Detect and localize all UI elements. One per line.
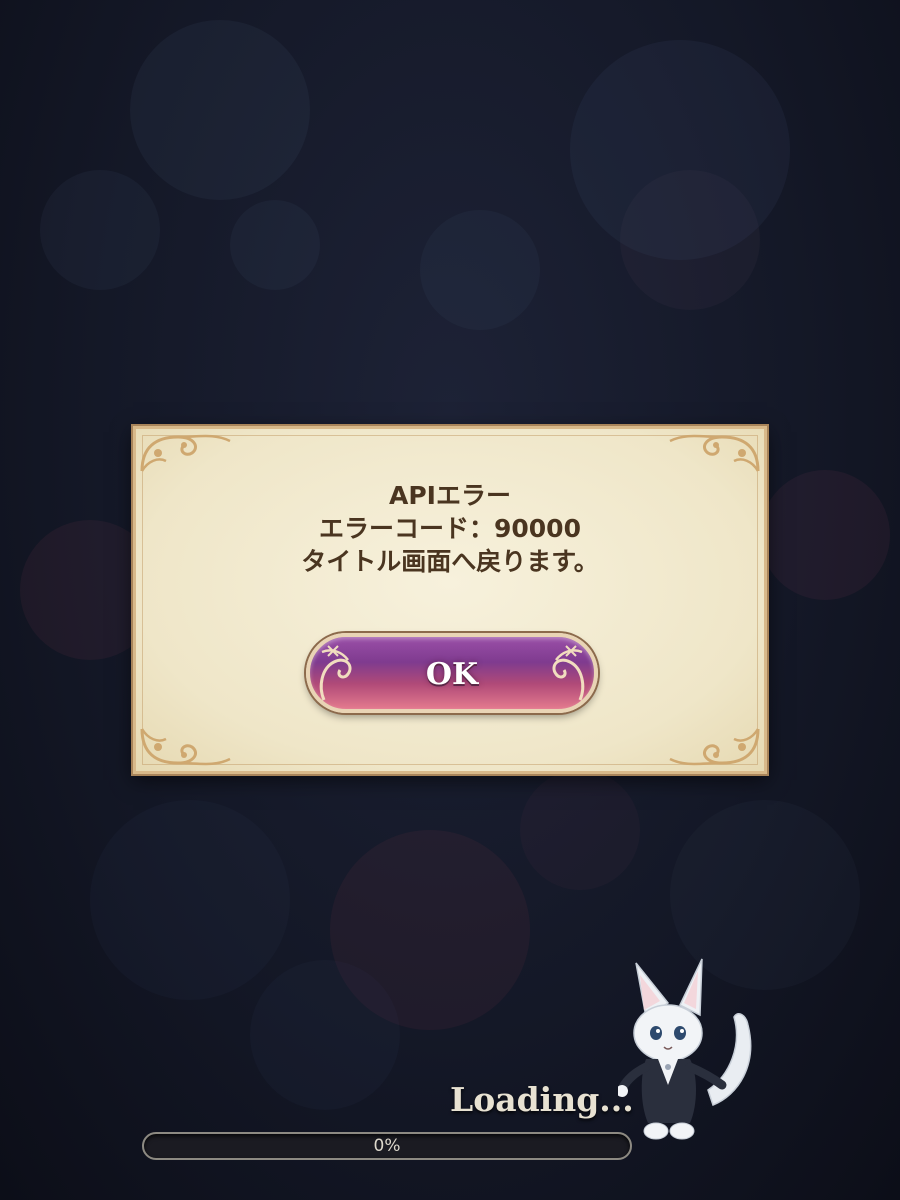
ok-button-label: OK [425,657,479,692]
corner-ornament-icon [669,434,760,472]
error-instruction: タイトル画面へ戻ります。 [301,547,599,576]
ok-button[interactable]: OK [306,633,598,713]
corner-ornament-icon [140,434,231,472]
loading-label: Loading... [450,1080,634,1119]
error-title: APIエラー [389,481,511,510]
loading-progress-bar: 0% [142,1132,632,1160]
corner-ornament-icon [669,728,760,766]
fox-mascot [618,958,752,1140]
error-message: APIエラー エラーコード：90000 タイトル画面へ戻ります。 [136,479,764,578]
error-code: エラーコード：90000 [319,514,581,543]
error-dialog: APIエラー エラーコード：90000 タイトル画面へ戻ります。 OK [133,426,767,774]
progress-percent: 0% [373,1136,401,1156]
corner-ornament-icon [140,728,231,766]
